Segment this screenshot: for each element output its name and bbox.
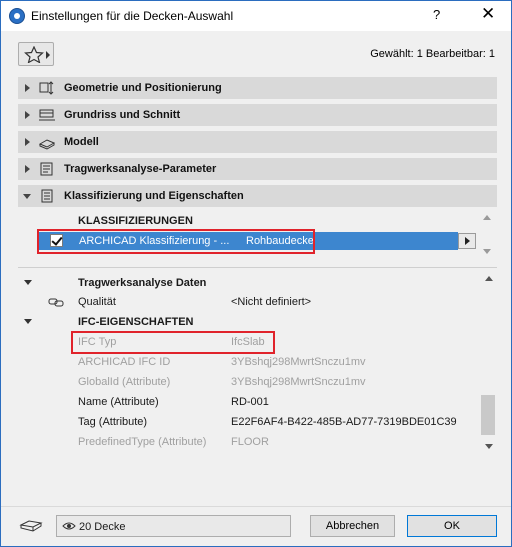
selection-count: Gewählt: 1 Bearbeitbar: 1 (370, 48, 495, 60)
close-button[interactable]: ✕ (481, 4, 495, 24)
classification-scroll-up-icon[interactable] (483, 215, 491, 220)
property-value[interactable]: E22F6AF4-B422-485B-AD77-7319BDE01C39 (231, 416, 457, 428)
geometry-icon (39, 81, 54, 95)
property-row-archicad-ifc-id[interactable]: ARCHICAD IFC ID 3YBshqj298MwrtSnczu1mv (18, 352, 481, 372)
expand-arrow-icon (25, 84, 30, 92)
property-row-globalid[interactable]: GlobalId (Attribute) 3YBshqj298MwrtSnczu… (18, 372, 481, 392)
highlight-box-classification (37, 229, 315, 254)
expand-arrow-icon (25, 111, 30, 119)
property-value[interactable]: RD-001 (231, 396, 269, 408)
scroll-up-icon[interactable] (485, 276, 493, 281)
cancel-button[interactable]: Abbrechen (310, 515, 395, 537)
slab-tool-icon (19, 520, 43, 532)
panel-divider (18, 267, 497, 268)
collapse-arrow-icon (23, 194, 31, 199)
property-name: Name (Attribute) (78, 396, 159, 408)
group-label: Tragwerksanalyse Daten (78, 277, 207, 289)
scroll-thumb[interactable] (481, 395, 495, 435)
expand-arrow-icon (25, 165, 30, 173)
structural-icon (40, 162, 53, 176)
section-classification[interactable]: Klassifizierung und Eigenschaften (18, 185, 497, 207)
group-label: IFC-EIGENSCHAFTEN (78, 316, 194, 328)
property-value: FLOOR (231, 436, 269, 448)
collapse-arrow-icon (24, 319, 32, 324)
window-title: Einstellungen für die Decken-Auswahl (31, 9, 234, 23)
property-row-predefined-type[interactable]: PredefinedType (Attribute) FLOOR (18, 432, 481, 452)
model-icon (38, 139, 56, 150)
highlight-box-ifc-type (71, 331, 275, 354)
section-geometry[interactable]: Geometrie und Positionierung (18, 77, 497, 99)
property-value[interactable]: <Nicht definiert> (231, 296, 311, 308)
property-row-name[interactable]: Name (Attribute) RD-001 (18, 392, 481, 412)
archicad-app-icon (9, 8, 25, 24)
link-icon (48, 298, 64, 307)
property-value: 3YBshqj298MwrtSnczu1mv (231, 356, 366, 368)
floorplan-icon (39, 109, 55, 121)
view-layer-dropdown[interactable]: 20 Decke (56, 515, 291, 537)
star-icon (24, 46, 44, 63)
group-row-ifc[interactable]: IFC-EIGENSCHAFTEN (18, 312, 481, 332)
classification-scroll-down-icon[interactable] (483, 249, 491, 254)
property-row-tag[interactable]: Tag (Attribute) E22F6AF4-B422-485B-AD77-… (18, 412, 481, 432)
properties-scrollbar[interactable] (481, 271, 497, 457)
section-structural[interactable]: Tragwerksanalyse-Parameter (18, 158, 497, 180)
group-row-structural-data[interactable]: Tragwerksanalyse Daten (18, 273, 481, 293)
property-name: Tag (Attribute) (78, 416, 148, 428)
property-name: ARCHICAD IFC ID (78, 356, 171, 368)
section-label: Klassifizierung und Eigenschaften (64, 190, 244, 202)
property-row-quality[interactable]: Qualität <Nicht definiert> (18, 292, 481, 312)
ok-button[interactable]: OK (407, 515, 497, 537)
property-value: 3YBshqj298MwrtSnczu1mv (231, 376, 366, 388)
section-label: Grundriss und Schnitt (64, 109, 181, 121)
help-button[interactable]: ? (433, 7, 440, 22)
favorites-arrow-icon (46, 51, 50, 59)
section-label: Geometrie und Positionierung (64, 82, 222, 94)
dialog-window: Einstellungen für die Decken-Auswahl ? ✕… (0, 0, 512, 547)
section-floorplan[interactable]: Grundriss und Schnitt (18, 104, 497, 126)
favorites-button[interactable] (18, 42, 54, 66)
expand-arrow-icon (25, 138, 30, 146)
properties-list: Tragwerksanalyse Daten Qualität <Nicht d… (18, 271, 481, 457)
view-layer-label: 20 Decke (79, 521, 126, 533)
collapse-arrow-icon (24, 280, 32, 285)
footer-divider (1, 506, 511, 507)
classification-header: KLASSIFIZIERUNGEN (78, 215, 193, 227)
title-bar: Einstellungen für die Decken-Auswahl ? ✕ (1, 1, 511, 31)
section-label: Modell (64, 136, 99, 148)
eye-icon (62, 522, 76, 530)
classification-icon (41, 189, 53, 203)
classification-picker-button[interactable] (458, 233, 476, 249)
section-model[interactable]: Modell (18, 131, 497, 153)
section-label: Tragwerksanalyse-Parameter (64, 163, 217, 175)
property-name: PredefinedType (Attribute) (78, 436, 207, 448)
property-name: GlobalId (Attribute) (78, 376, 171, 388)
scroll-down-icon[interactable] (485, 444, 493, 449)
property-name: Qualität (78, 296, 116, 308)
